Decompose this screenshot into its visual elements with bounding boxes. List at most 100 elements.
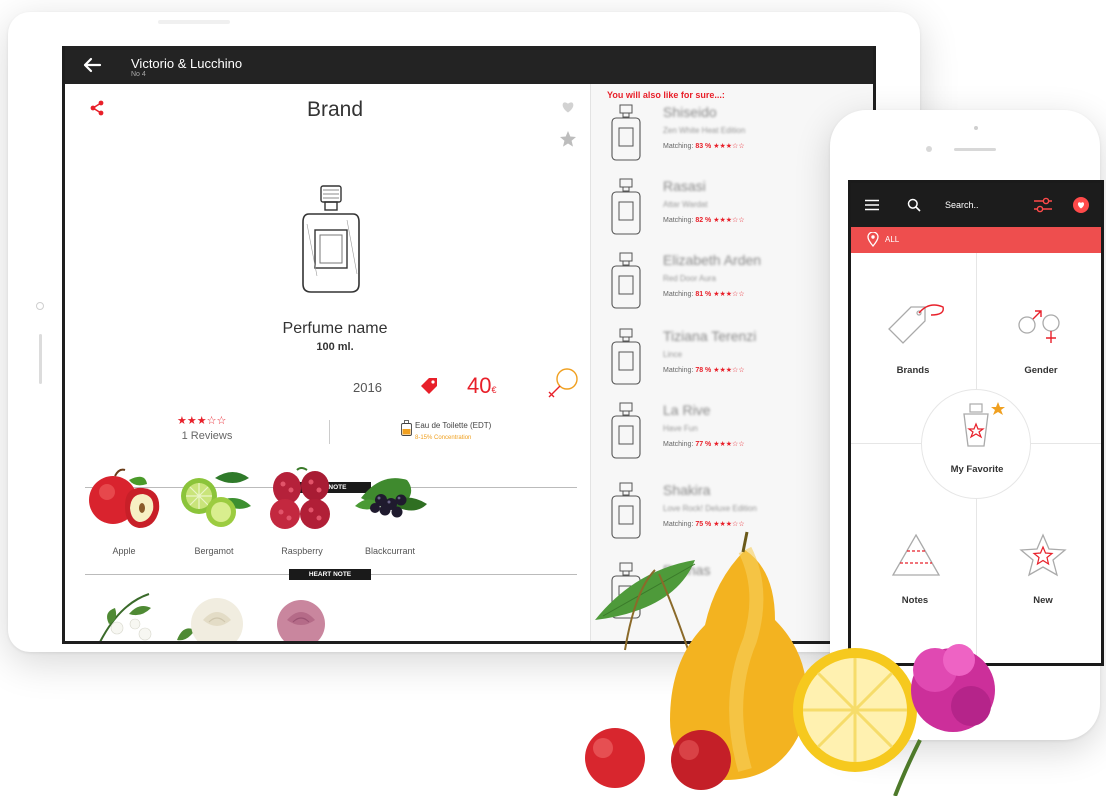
perfume-bottle-icon	[611, 402, 641, 459]
recommendations-title: You will also like for sure...:	[607, 90, 725, 100]
recommendation-match: Matching: 82 % ★★★☆☆	[663, 216, 745, 224]
concentration-percent: 8-15% Concentration	[415, 435, 472, 441]
hamburger-menu-icon[interactable]	[865, 199, 879, 211]
tablet-camera	[36, 302, 44, 310]
matching-stars: ★★★☆☆	[713, 291, 745, 298]
raspberry-image	[270, 467, 330, 529]
release-year: 2016	[353, 380, 382, 395]
matching-percent: 82 %	[695, 217, 712, 224]
recommendation-brand: Tiziana Terenzi	[663, 328, 757, 344]
menu-label: New	[1033, 595, 1053, 606]
search-icon[interactable]	[907, 198, 921, 212]
recommendation-edition: Love Rock! Deluxe Edition	[663, 504, 757, 513]
price-currency: €	[491, 385, 497, 395]
perfume-name: Perfume name	[282, 320, 388, 337]
reviews-count[interactable]: 1 Reviews	[157, 430, 257, 442]
menu-label: Brands	[896, 365, 930, 376]
jasmine-image	[99, 593, 152, 641]
heart-note-label: HEART NOTE	[289, 569, 371, 580]
perfume-size: 100 ml.	[316, 341, 354, 353]
phone-camera	[926, 146, 932, 152]
recommendation-brand: Shakira	[663, 482, 711, 498]
note-item-blackcurrant[interactable]: Blackcurrant	[345, 466, 435, 566]
note-label: Bergamot	[194, 546, 234, 556]
perfume-bottle-icon	[611, 328, 641, 385]
search-input[interactable]: Search..	[945, 200, 979, 210]
matching-stars: ★★★☆☆	[713, 143, 745, 150]
filter-sliders-icon[interactable]	[1033, 196, 1053, 214]
bergamot-image	[181, 472, 251, 527]
female-gender-icon	[548, 368, 578, 398]
brand-title: Brand	[306, 98, 364, 121]
matching-stars: ★★★☆☆	[713, 217, 745, 224]
matching-percent: 83 %	[695, 143, 712, 150]
tablet-power-button	[158, 20, 230, 24]
matching-label: Matching:	[663, 291, 694, 298]
matching-stars: ★★★☆☆	[713, 441, 745, 448]
matching-label: Matching:	[663, 143, 694, 150]
recommendation-edition: Red Door Aura	[663, 274, 716, 283]
recommendation-brand: Elizabeth Arden	[663, 252, 762, 268]
menu-label: My Favorite	[950, 464, 1004, 475]
note-item-apple[interactable]: Apple	[79, 466, 169, 566]
share-icon[interactable]	[89, 100, 105, 116]
recommendation-match: Matching: 81 % ★★★☆☆	[663, 290, 745, 298]
recommendation-brand: Shiseido	[663, 104, 717, 120]
star-icon[interactable]	[559, 130, 577, 148]
back-arrow-icon[interactable]	[79, 52, 105, 78]
apple-image	[89, 468, 160, 528]
heart-icon[interactable]	[561, 101, 575, 113]
matching-label: Matching:	[663, 441, 694, 448]
note-item-bergamot[interactable]: Bergamot	[169, 466, 259, 566]
page-title: Victorio & Lucchino	[131, 56, 243, 71]
favorites-heart-button[interactable]	[1073, 197, 1089, 213]
recommendation-match: Matching: 83 % ★★★☆☆	[663, 142, 745, 150]
location-text: ALL	[885, 235, 900, 244]
note-label: Apple	[112, 546, 136, 556]
location-pin-icon	[867, 232, 879, 247]
matching-stars: ★★★☆☆	[713, 367, 745, 374]
concentration-bottle-icon	[401, 420, 412, 436]
heart-icon	[1077, 202, 1085, 209]
note-label: Raspberry	[281, 546, 323, 556]
recommendation-edition: Attar Wardat	[663, 200, 708, 209]
white-rose-image	[177, 598, 243, 641]
recommendation-edition: Lince	[663, 350, 683, 359]
recommendation-edition: Have Fun	[663, 424, 698, 433]
matching-label: Matching:	[663, 521, 694, 528]
menu-label: Gender	[1024, 365, 1058, 376]
price: 40€	[467, 373, 497, 399]
matching-label: Matching:	[663, 217, 694, 224]
perfume-bottle-icon	[611, 252, 641, 309]
matching-label: Matching:	[663, 367, 694, 374]
perfume-bottle-icon	[302, 185, 360, 293]
note-label: Blackcurrant	[364, 546, 416, 556]
tablet-side-button	[39, 334, 42, 384]
matching-percent: 81 %	[695, 291, 712, 298]
note-item-raspberry[interactable]: Raspberry	[257, 466, 347, 566]
phone-app-bar: Search..	[851, 183, 1101, 227]
menu-my-favorite[interactable]: My Favorite	[921, 389, 1031, 499]
matching-percent: 77 %	[695, 441, 712, 448]
price-value: 40	[467, 373, 492, 398]
tablet-app-bar: Victorio & Lucchino No 4	[65, 46, 873, 84]
blackcurrant-image	[355, 478, 427, 518]
page-subtitle: No 4	[131, 71, 146, 78]
concentration-name: Eau de Toilette (EDT)	[415, 421, 492, 430]
divider	[329, 420, 330, 444]
recommendation-brand: La Rive	[663, 402, 711, 418]
matching-percent: 75 %	[695, 521, 712, 528]
price-tag-icon	[421, 378, 437, 394]
rating-stars: ★★★☆☆	[177, 415, 227, 427]
matching-percent: 78 %	[695, 367, 712, 374]
new-star-icon	[1019, 533, 1067, 577]
recommendation-match: Matching: 77 % ★★★☆☆	[663, 440, 745, 448]
location-bar[interactable]: ALL	[851, 227, 1101, 253]
phone-sensor	[974, 126, 978, 130]
recommendation-match: Matching: 78 % ★★★☆☆	[663, 366, 745, 374]
perfume-bottle-icon	[611, 104, 641, 161]
perfume-bottle-icon	[611, 178, 641, 235]
fruit-illustration	[585, 531, 995, 796]
brand-tag-icon	[888, 304, 944, 344]
favorite-bottle-icon	[963, 402, 1005, 447]
